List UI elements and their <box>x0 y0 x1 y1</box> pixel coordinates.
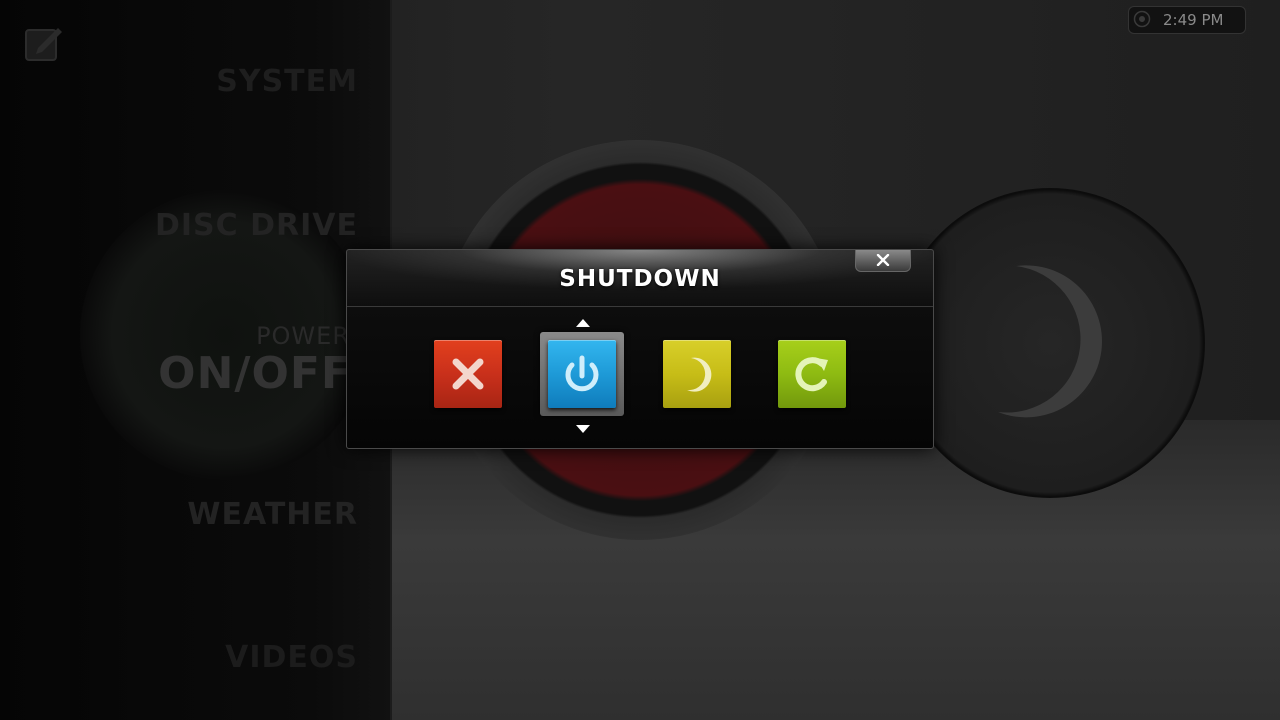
suspend-button[interactable] <box>663 340 731 408</box>
clock-widget: 2:49 PM <box>1128 6 1246 34</box>
scroll-up-arrow-icon[interactable] <box>575 318 591 328</box>
reboot-button[interactable] <box>778 340 846 408</box>
moon-decoration-icon <box>998 265 1102 418</box>
exit-button[interactable] <box>434 340 502 408</box>
shutdown-dialog: SHUTDOWN <box>346 249 934 449</box>
menu-item-power-on-off[interactable]: ON/OFF <box>158 348 352 399</box>
dialog-close-button[interactable] <box>855 250 911 272</box>
moon-icon <box>687 357 712 392</box>
menu-item-disc-drive[interactable]: DISC DRIVE <box>155 208 358 243</box>
refresh-icon <box>795 357 828 392</box>
dialog-title: SHUTDOWN <box>559 266 721 292</box>
close-icon <box>876 254 890 266</box>
scroll-down-arrow-icon[interactable] <box>575 424 591 434</box>
power-icon <box>565 355 599 392</box>
clock-time: 2:49 PM <box>1163 11 1224 29</box>
edit-icon[interactable] <box>24 22 64 62</box>
menu-item-power-sublabel: POWER <box>256 322 350 350</box>
screen: SYSTEM DISC DRIVE POWER ON/OFF WEATHER V… <box>0 0 1280 720</box>
close-x-icon <box>452 358 484 390</box>
shutdown-power-button[interactable] <box>548 340 616 408</box>
clock-icon <box>1133 10 1151 28</box>
menu-item-weather[interactable]: WEATHER <box>187 497 358 532</box>
menu-item-videos[interactable]: VIDEOS <box>225 640 358 675</box>
menu-item-system[interactable]: SYSTEM <box>216 64 358 99</box>
